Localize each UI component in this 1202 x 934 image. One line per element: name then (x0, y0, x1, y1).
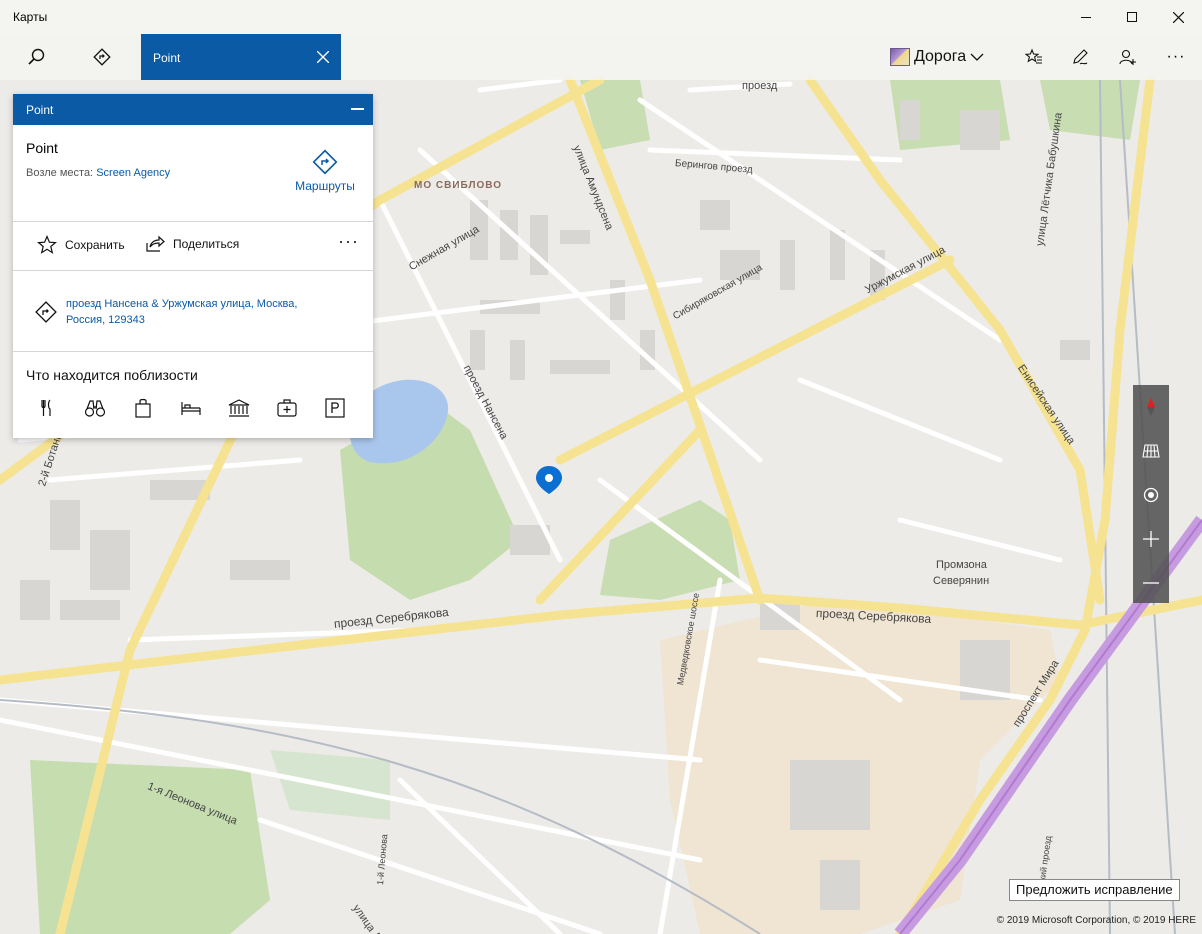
maximize-window-button[interactable] (1109, 0, 1155, 34)
search-icon (28, 48, 45, 65)
near-prefix: Возле места: (26, 167, 94, 179)
pen-icon (1073, 49, 1088, 65)
share-button[interactable]: Поделиться (145, 235, 239, 253)
close-icon (317, 51, 329, 63)
fork-knife-icon (41, 399, 51, 416)
more-icon: ··· (1166, 48, 1186, 65)
copyright-text: © 2019 Microsoft Corporation, © 2019 HER… (996, 915, 1196, 926)
more-actions-button[interactable]: ··· (338, 232, 359, 250)
compass-button[interactable] (1133, 385, 1169, 429)
search-button[interactable] (14, 34, 58, 80)
nearby-hotels-button[interactable] (179, 396, 203, 420)
favorites-icon (1025, 48, 1042, 64)
card-header: Point (13, 94, 373, 125)
shopping-bag-icon (135, 398, 151, 418)
near-place: Возле места: Screen Agency (26, 167, 170, 179)
my-location-button[interactable] (1133, 473, 1169, 517)
account-button[interactable] (1106, 34, 1150, 80)
chevron-down-icon (970, 53, 984, 61)
minus-icon (1143, 582, 1159, 584)
search-tab[interactable]: Point (141, 34, 341, 80)
nearby-attractions-button[interactable] (83, 396, 107, 420)
close-window-button[interactable] (1155, 0, 1201, 34)
tilt-3d-button[interactable] (1133, 429, 1169, 473)
card-title: Point (26, 103, 54, 117)
directions-icon (35, 301, 57, 323)
routes-label: Маршруты (295, 179, 355, 193)
grid-3d-icon (1142, 444, 1160, 458)
medical-kit-icon (277, 399, 297, 417)
map-label: Северянин (933, 575, 990, 587)
minimize-icon (1081, 16, 1091, 18)
window-title: Карты (13, 10, 48, 24)
location-target-icon (1143, 487, 1159, 503)
collapse-card-button[interactable] (351, 108, 364, 110)
place-name: Point (26, 140, 58, 156)
map-label: МО СВИБЛОВО (414, 180, 503, 191)
minimize-window-button[interactable] (1063, 0, 1109, 34)
save-label: Сохранить (65, 238, 125, 252)
directions-icon (93, 48, 111, 66)
address-link[interactable]: проезд Нансена & Уржумская улица, Москва… (66, 296, 346, 328)
nearby-food-button[interactable] (35, 396, 59, 420)
close-search-button[interactable] (311, 45, 335, 69)
map-controls (1133, 385, 1169, 603)
zoom-out-button[interactable] (1133, 561, 1169, 605)
share-label: Поделиться (173, 237, 240, 251)
routes-button[interactable]: Маршруты (289, 149, 361, 193)
address-line-1: проезд Нансена & Уржумская улица, Москва… (66, 298, 298, 310)
plus-icon (1143, 531, 1159, 547)
directions-button[interactable] (80, 34, 124, 80)
map-label: проезд (742, 80, 778, 92)
near-place-link[interactable]: Screen Agency (96, 167, 170, 179)
bed-icon (181, 402, 201, 415)
zoom-in-button[interactable] (1133, 517, 1169, 561)
map-style-label: Дорога (914, 48, 967, 65)
nearby-title: Что находится поблизости (26, 367, 198, 383)
nearby-parking-button[interactable] (323, 396, 347, 420)
binoculars-icon (84, 400, 106, 417)
address-line-2: Россия, 129343 (66, 314, 145, 326)
map-style-icon (890, 48, 910, 66)
museum-icon (228, 399, 250, 417)
parking-icon (325, 398, 345, 418)
favorites-button[interactable] (1012, 34, 1056, 80)
compass-icon (1147, 398, 1155, 416)
save-button[interactable]: Сохранить (37, 235, 125, 255)
add-person-icon (1119, 49, 1136, 65)
directions-icon (312, 149, 338, 175)
map-style-button[interactable]: Дорога (890, 34, 984, 80)
search-tab-label: Point (153, 51, 181, 65)
nearby-hospitals-button[interactable] (275, 396, 299, 420)
ink-button[interactable] (1058, 34, 1102, 80)
nearby-shopping-button[interactable] (131, 396, 155, 420)
nearby-museums-button[interactable] (227, 396, 251, 420)
suggest-correction-button[interactable]: Предложить исправление (1009, 879, 1180, 901)
title-bar: Карты (0, 0, 1202, 34)
maximize-icon (1127, 12, 1137, 22)
map-label: Промзона (936, 559, 987, 571)
more-options-button[interactable]: ··· (1154, 34, 1198, 80)
place-card: Point Point Возле места: Screen Agency М… (13, 94, 373, 438)
close-icon (1172, 11, 1184, 23)
share-icon (146, 235, 165, 252)
star-icon (37, 235, 57, 254)
